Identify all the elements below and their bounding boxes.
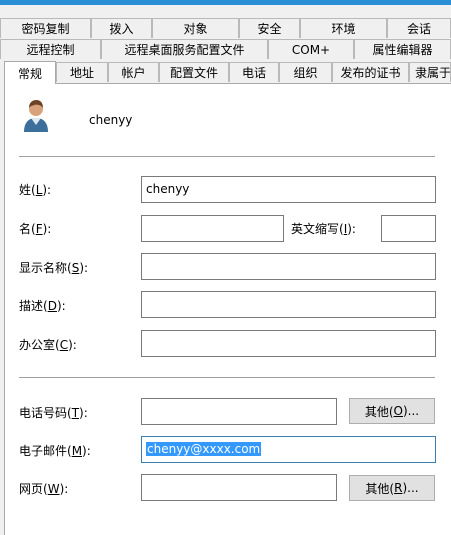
tab-telephones[interactable]: 电话 [229, 62, 279, 82]
webpage-label: 网页(W): [19, 482, 69, 496]
tab-member-of[interactable]: 隶属于 [409, 62, 451, 82]
tab-environment[interactable]: 环境 [300, 18, 387, 38]
tab-remote-control[interactable]: 远程控制 [0, 39, 101, 59]
tab-profile[interactable]: 配置文件 [159, 62, 229, 82]
description-label: 描述(D): [19, 299, 66, 313]
phone-field[interactable] [141, 398, 337, 425]
first-name-label: 名(F): [19, 222, 52, 236]
phone-label: 电话号码(T): [19, 406, 88, 420]
separator [19, 156, 435, 157]
tab-dial-in[interactable]: 拨入 [91, 18, 152, 38]
separator [19, 377, 435, 378]
initials-field[interactable] [381, 215, 436, 242]
initials-label: 英文缩写(I): [291, 222, 356, 236]
user-display-name: chenyy [89, 113, 133, 127]
display-name-field[interactable] [141, 253, 436, 280]
phone-other-button[interactable]: 其他(O)... [349, 398, 435, 424]
tab-object[interactable]: 对象 [152, 18, 239, 38]
email-label: 电子邮件(M): [19, 444, 91, 458]
tab-password-replication[interactable]: 密码复制 [0, 18, 91, 38]
tab-organization[interactable]: 组织 [279, 62, 332, 82]
window-title-strip [0, 0, 451, 5]
webpage-field[interactable] [141, 474, 337, 501]
office-label: 办公室(C): [19, 338, 77, 352]
user-avatar-icon [24, 100, 48, 132]
email-field[interactable]: chenyy@xxxx.com [141, 436, 436, 463]
webpage-other-button[interactable]: 其他(R)... [349, 475, 435, 501]
tab-remote-desktop-profile[interactable]: 远程桌面服务配置文件 [101, 39, 268, 59]
last-name-field[interactable]: chenyy [141, 176, 436, 203]
description-field[interactable] [141, 291, 436, 318]
tab-com-plus[interactable]: COM+ [268, 39, 354, 59]
office-field[interactable] [141, 330, 436, 357]
email-value-selected: chenyy@xxxx.com [146, 442, 262, 456]
tab-general[interactable]: 常规 [4, 61, 56, 84]
display-name-label: 显示名称(S): [19, 261, 89, 275]
tab-account[interactable]: 帐户 [108, 62, 159, 82]
tab-published-certificates[interactable]: 发布的证书 [332, 62, 409, 82]
tab-sessions[interactable]: 会话 [387, 18, 451, 38]
first-name-field[interactable] [141, 215, 284, 242]
tab-address[interactable]: 地址 [56, 62, 108, 82]
tab-attribute-editor[interactable]: 属性编辑器 [354, 39, 451, 59]
last-name-label: 姓(L): [19, 183, 52, 197]
general-tab-panel: chenyy 姓(L): chenyy 名(F): 英文缩写(I): 显示名称(… [4, 83, 451, 535]
tab-security[interactable]: 安全 [239, 18, 300, 38]
